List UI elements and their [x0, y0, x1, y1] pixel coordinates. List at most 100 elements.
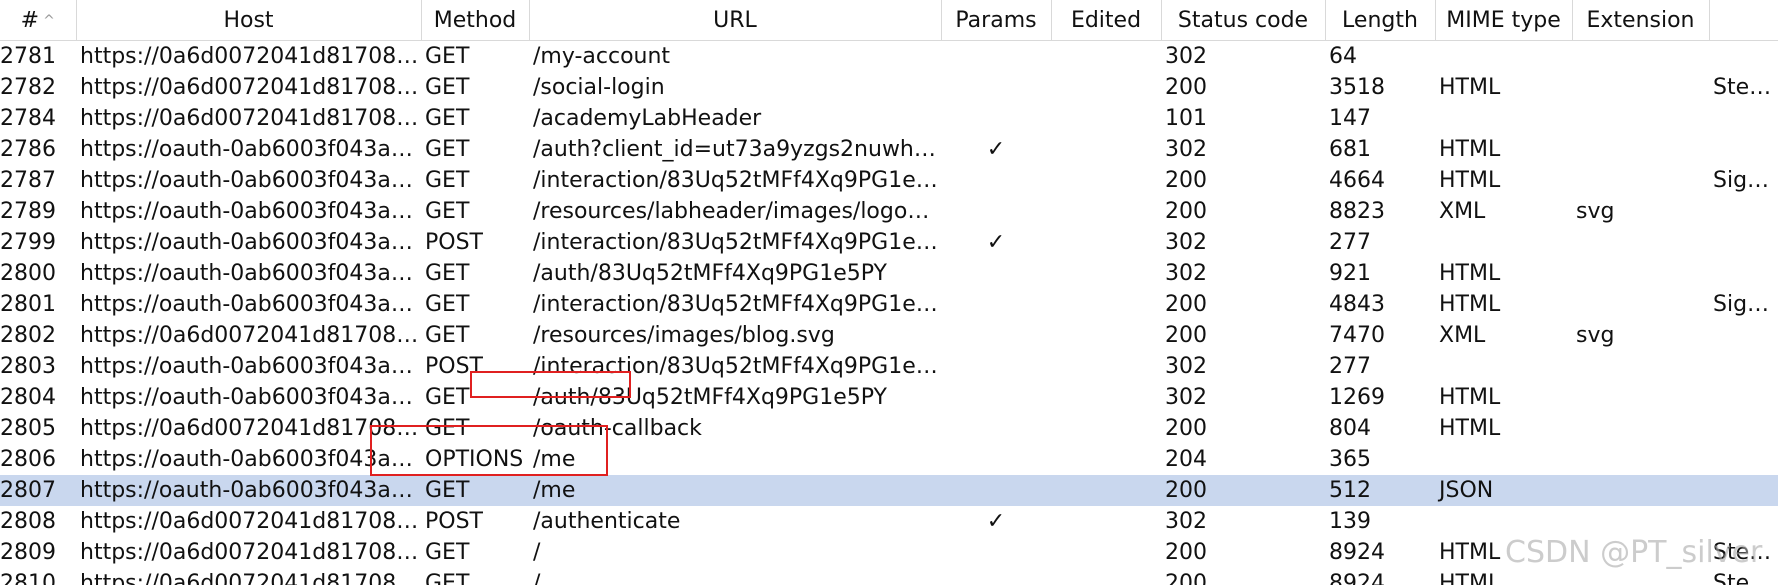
table-row[interactable]: 2805 https://0a6d0072041d8170845... GET/oa… [0, 413, 1778, 444]
table-row[interactable]: 2784 https://0a6d0072041d8170845... GET/ac… [0, 103, 1778, 134]
row-host: https://oauth-0ab6003f043a81f... [80, 199, 421, 224]
column-header-host[interactable]: Host [76, 0, 422, 41]
row-method: GET [425, 137, 470, 162]
table-row[interactable]: 2804 https://oauth-0ab6003f043a81f... GET /… [0, 382, 1778, 413]
row-status-code: 200 [1161, 475, 1325, 506]
row-number: 2809 [0, 540, 56, 565]
row-method: GET [425, 571, 470, 585]
row-edited [1051, 165, 1161, 196]
row-edited [1051, 475, 1161, 506]
row-mime-type: XML [1439, 199, 1486, 224]
row-params-check [941, 165, 1051, 196]
row-status-code: 200 [1165, 323, 1207, 348]
row-method: GET [425, 385, 470, 410]
row-method: POST [425, 354, 483, 379]
row-method: GET [425, 416, 470, 441]
row-mime-type: HTML [1439, 416, 1501, 441]
row-params-check [941, 413, 1051, 444]
row-url: /resources/images/blog.svg [533, 323, 835, 348]
row-extension: svg [1576, 199, 1615, 224]
row-url: /interaction/83Uq52tMFf4Xq9PG1e5PY [533, 292, 941, 317]
row-title [1709, 258, 1778, 289]
column-header-method[interactable]: Method [421, 0, 530, 41]
row-url: /authenticate [533, 509, 681, 534]
table-row[interactable]: 2810 https://0a6d0072041d8170845... GET / 20… [0, 568, 1778, 585]
table-row[interactable]: 2806 https://oauth-0ab6003f043a81f... OPTI… [0, 444, 1778, 475]
table-row[interactable]: 2803 https://oauth-0ab6003f043a81f... POST… [0, 351, 1778, 382]
row-url: /auth/83Uq52tMFf4Xq9PG1e5PY [533, 385, 887, 410]
table-row[interactable]: 2799 https://oauth-0ab6003f043a81f... POST… [0, 227, 1778, 258]
row-mime-type: HTML [1439, 571, 1501, 585]
row-method: GET [425, 292, 470, 317]
row-host: https://oauth-0ab6003f043a81f... [80, 261, 421, 286]
row-number: 2805 [0, 416, 56, 441]
table-row[interactable]: 2807 https://oauth-0ab6003f043a81f... GET /… [0, 475, 1778, 506]
column-header-number-label: # [20, 7, 40, 33]
row-extension [1572, 506, 1709, 537]
row-number: 2784 [0, 106, 56, 131]
column-header-number[interactable]: # ^ [0, 0, 77, 41]
sort-ascending-icon[interactable]: ^ [43, 13, 55, 29]
row-status-code: 101 [1165, 106, 1207, 131]
row-length: 365 [1329, 447, 1371, 472]
column-header-status-code[interactable]: Status code [1161, 0, 1326, 41]
row-edited [1051, 196, 1161, 227]
row-edited [1051, 320, 1161, 351]
table-row[interactable]: 2781 https://0a6d0072041d8170845... GET/my… [0, 41, 1778, 73]
table-row[interactable]: 2801 https://oauth-0ab6003f043a81f... GET /… [0, 289, 1778, 320]
row-url: /academyLabHeader [533, 106, 762, 131]
table-header-row: # ^ Host Method URL Params Edited Status … [0, 0, 1778, 41]
row-params-check [941, 289, 1051, 320]
column-header-params[interactable]: Params [941, 0, 1052, 41]
row-host: https://oauth-0ab6003f043a81f... [80, 385, 421, 410]
row-edited [1051, 351, 1161, 382]
column-header-length[interactable]: Length [1325, 0, 1436, 41]
table-body: 2781 https://0a6d0072041d8170845... GET/my… [0, 41, 1778, 585]
row-mime-type: HTML [1439, 385, 1501, 410]
row-extension [1572, 289, 1709, 320]
row-host: https://oauth-0ab6003f043a81f... [80, 447, 421, 472]
row-number: 2804 [0, 385, 56, 410]
column-header-url[interactable]: URL [529, 0, 942, 41]
table-row[interactable]: 2800 https://oauth-0ab6003f043a81f... GET /… [0, 258, 1778, 289]
row-url: /me [529, 475, 941, 506]
row-edited [1051, 103, 1161, 134]
row-method: GET [425, 540, 470, 565]
row-mime-type [1435, 41, 1572, 73]
row-method: GET [425, 44, 470, 69]
row-title [1709, 103, 1778, 134]
row-params-check [941, 196, 1051, 227]
row-number: 2801 [0, 292, 56, 317]
table-row[interactable]: 2802 https://0a6d0072041d8170845... GET/re… [0, 320, 1778, 351]
row-host: https://oauth-0ab6003f043a81f... [80, 168, 421, 193]
row-method: GET [421, 475, 529, 506]
row-method: GET [425, 106, 470, 131]
table-row[interactable]: 2789 https://oauth-0ab6003f043a81f... GET /… [0, 196, 1778, 227]
column-header-edited[interactable]: Edited [1051, 0, 1162, 41]
table-row[interactable]: 2808 https://0a6d0072041d8170845... POST/a… [0, 506, 1778, 537]
row-params-check: ✓ [986, 509, 1006, 534]
row-method: GET [425, 168, 470, 193]
row-extension [1572, 227, 1709, 258]
row-status-code: 200 [1165, 571, 1207, 585]
row-host: https://0a6d0072041d8170845... [80, 416, 421, 441]
table-row[interactable]: 2782 https://0a6d0072041d8170845... GET/so… [0, 72, 1778, 103]
row-edited [1051, 227, 1161, 258]
column-header-extension[interactable]: Extension [1572, 0, 1710, 41]
row-mime-type: HTML [1439, 261, 1501, 286]
row-title: Stealing [1713, 540, 1778, 565]
row-mime-type [1435, 227, 1572, 258]
row-title [1709, 196, 1778, 227]
column-header-title[interactable] [1709, 0, 1778, 41]
row-params-check [941, 258, 1051, 289]
column-header-mime-type[interactable]: MIME type [1435, 0, 1573, 41]
table-row[interactable]: 2786 https://oauth-0ab6003f043a81f... GET /… [0, 134, 1778, 165]
row-edited [1051, 72, 1161, 103]
table-row[interactable]: 2809 https://0a6d0072041d8170845... GET / 20… [0, 537, 1778, 568]
row-host: https://0a6d0072041d8170845... [80, 323, 421, 348]
row-title: Stealing [1713, 571, 1778, 585]
row-method: GET [425, 323, 470, 348]
row-url: /auth?client_id=ut73a9yzgs2nuwhpwp... [533, 137, 941, 162]
row-length: 681 [1329, 137, 1371, 162]
table-row[interactable]: 2787 https://oauth-0ab6003f043a81f... GET /… [0, 165, 1778, 196]
